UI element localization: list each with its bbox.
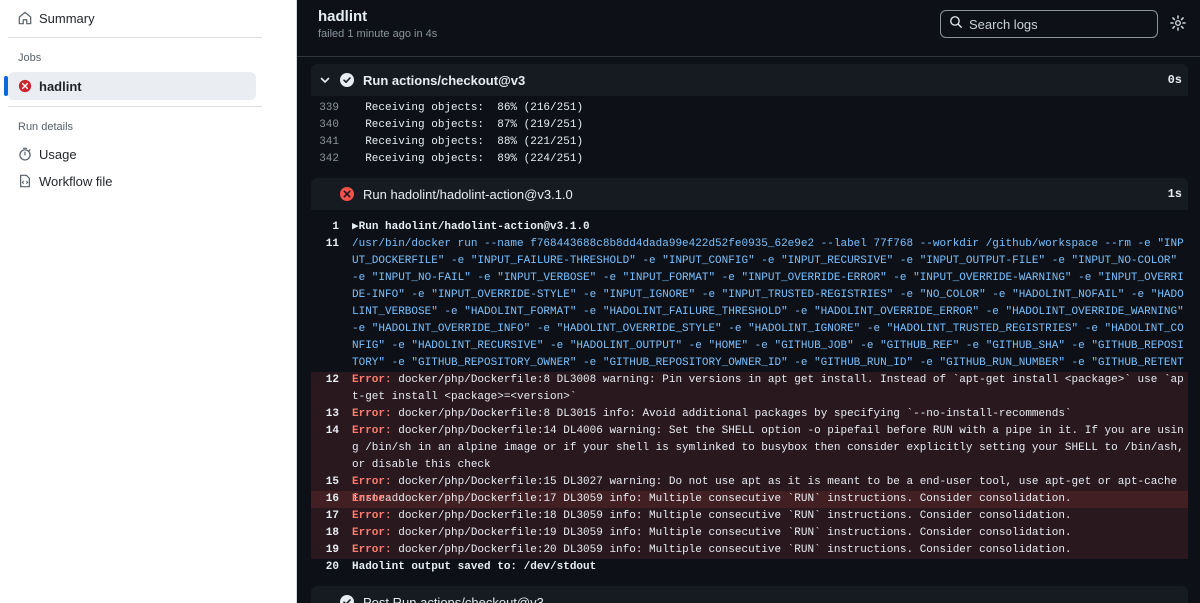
error-label: Error: <box>352 408 392 420</box>
error-text: docker/php/Dockerfile:8 DL3015 info: Avo… <box>398 408 1072 420</box>
gear-icon[interactable] <box>1170 15 1188 33</box>
log-line-error: 17 Error: docker/php/Dockerfile:18 DL305… <box>311 508 1188 525</box>
log-header: hadlint failed 1 minute ago in 4s <box>297 0 1200 57</box>
step-name: Post Run actions/checkout@v3 <box>363 594 544 603</box>
sidebar-item-label: Summary <box>39 10 95 26</box>
step-duration: 1s <box>1167 187 1182 201</box>
log-line: 1 ▶Run hadolint/hadolint-action@v3.1.0 <box>311 219 1188 236</box>
line-number[interactable]: 341 <box>311 134 352 151</box>
check-circle-icon <box>339 594 355 603</box>
step-duration: 0s <box>1167 73 1182 87</box>
line-number[interactable]: 20 <box>311 559 352 576</box>
log-text: Receiving objects: 87% (219/251) <box>352 119 584 131</box>
stopwatch-icon <box>18 147 32 161</box>
sidebar-item-label: Workflow file <box>39 173 113 189</box>
search-icon <box>949 15 963 34</box>
line-number[interactable]: 16 <box>311 491 352 508</box>
log-command-text: /usr/bin/docker run --name f768443688c8b… <box>352 238 1184 369</box>
line-number[interactable]: 17 <box>311 508 352 525</box>
log-line-error: 18 Error: docker/php/Dockerfile:19 DL305… <box>311 525 1188 542</box>
log-line-error: 12 Error: docker/php/Dockerfile:8 DL3008… <box>311 372 1188 406</box>
sidebar-divider <box>8 37 262 38</box>
line-number[interactable]: 12 <box>311 372 352 406</box>
step-header-hadolint[interactable]: Run hadolint/hadolint-action@v3.1.0 1s <box>311 178 1188 210</box>
x-circle-icon <box>18 79 32 93</box>
log-text: Hadolint output saved to: /dev/stdout <box>352 561 597 573</box>
line-number[interactable]: 1 <box>311 219 352 236</box>
home-icon <box>18 11 32 25</box>
log-line: 340 Receiving objects: 87% (219/251) <box>311 117 1188 134</box>
sidebar-item-summary[interactable]: Summary <box>8 4 256 32</box>
line-number[interactable]: 19 <box>311 542 352 559</box>
log-line: 339 Receiving objects: 86% (216/251) <box>311 100 1188 117</box>
line-number[interactable]: 342 <box>311 151 352 168</box>
log-line: 342 Receiving objects: 89% (224/251) <box>311 151 1188 168</box>
log-text: Receiving objects: 86% (216/251) <box>352 102 584 114</box>
log-text: Receiving objects: 88% (221/251) <box>352 136 584 148</box>
log-line-error: 19 Error: docker/php/Dockerfile:20 DL305… <box>311 542 1188 559</box>
step-header-post-checkout[interactable]: Post Run actions/checkout@v3 <box>311 586 1188 603</box>
log-line-error: 16 Error: docker/php/Dockerfile:17 DL305… <box>311 491 1188 508</box>
log-panel: hadlint failed 1 minute ago in 4s Run ac… <box>297 0 1200 603</box>
sidebar-item-usage[interactable]: Usage <box>8 140 256 168</box>
error-label: Error: <box>352 510 392 522</box>
step-name: Run hadolint/hadolint-action@v3.1.0 <box>363 186 573 202</box>
error-label: Error: <box>352 425 392 437</box>
line-number[interactable]: 18 <box>311 525 352 542</box>
line-number[interactable]: 339 <box>311 100 352 117</box>
error-label: Error: <box>352 544 392 556</box>
log-line: 11 /usr/bin/docker run --name f768443688… <box>311 236 1188 372</box>
sidebar-item-label: Usage <box>39 146 77 162</box>
line-number[interactable]: 14 <box>311 423 352 474</box>
sidebar-divider <box>8 106 262 107</box>
job-status-subtitle: failed 1 minute ago in 4s <box>318 28 438 40</box>
error-text: docker/php/Dockerfile:19 DL3059 info: Mu… <box>398 527 1072 539</box>
step-header-checkout[interactable]: Run actions/checkout@v3 0s <box>311 64 1188 96</box>
log-line-error: 14 Error: docker/php/Dockerfile:14 DL400… <box>311 423 1188 474</box>
error-text: docker/php/Dockerfile:17 DL3059 info: Mu… <box>398 493 1072 505</box>
error-text: docker/php/Dockerfile:14 DL4006 warning:… <box>352 425 1191 471</box>
error-text: docker/php/Dockerfile:8 DL3008 warning: … <box>352 374 1184 403</box>
log-line-error: 13 Error: docker/php/Dockerfile:8 DL3015… <box>311 406 1188 423</box>
log-line: 341 Receiving objects: 88% (221/251) <box>311 134 1188 151</box>
file-code-icon <box>18 174 32 188</box>
error-label: Error: <box>352 527 392 539</box>
log-line: 20 Hadolint output saved to: /dev/stdout <box>311 559 1188 576</box>
log-text: Receiving objects: 89% (224/251) <box>352 153 584 165</box>
error-text: docker/php/Dockerfile:20 DL3059 info: Mu… <box>398 544 1072 556</box>
sidebar-item-job-hadlint[interactable]: hadlint <box>4 72 256 100</box>
line-number[interactable]: 11 <box>311 236 352 372</box>
error-text: docker/php/Dockerfile:18 DL3059 info: Mu… <box>398 510 1072 522</box>
search-input[interactable] <box>969 16 1149 32</box>
sidebar: Summary Jobs hadlint Run details Usage W… <box>0 0 297 603</box>
jobs-section-label: Jobs <box>18 52 42 64</box>
job-title: hadlint <box>318 8 368 25</box>
chevron-down-icon <box>319 74 331 86</box>
sidebar-item-workflow-file[interactable]: Workflow file <box>8 167 256 195</box>
error-label: Error: <box>352 476 392 488</box>
check-circle-icon <box>339 72 355 88</box>
step-name: Run actions/checkout@v3 <box>363 72 526 88</box>
search-logs[interactable] <box>940 10 1158 38</box>
log-group-toggle[interactable]: ▶Run hadolint/hadolint-action@v3.1.0 <box>352 219 1188 236</box>
line-number[interactable]: 13 <box>311 406 352 423</box>
error-label: Error: <box>352 374 392 386</box>
x-circle-icon <box>339 186 355 202</box>
sidebar-item-label: hadlint <box>39 78 82 94</box>
line-number[interactable]: 340 <box>311 117 352 134</box>
error-label: Error: <box>352 493 392 505</box>
run-details-section-label: Run details <box>18 121 74 133</box>
